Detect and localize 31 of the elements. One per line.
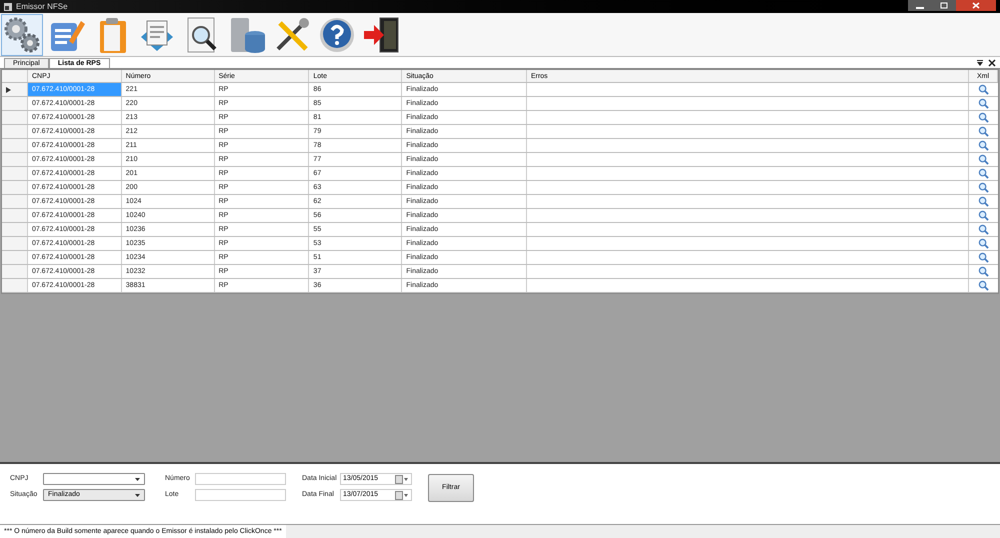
cnpj-dropdown[interactable] (43, 473, 145, 485)
caret-icon (135, 494, 140, 496)
magnifier-icon[interactable] (978, 98, 990, 109)
lote-field[interactable] (195, 489, 286, 501)
gears-icon (2, 14, 42, 54)
current-row-icon (6, 86, 11, 92)
magnifier-icon[interactable] (978, 196, 990, 207)
magnifier-icon[interactable] (978, 84, 990, 95)
numero-field[interactable] (195, 473, 286, 485)
magnifier-icon[interactable] (978, 154, 990, 165)
restore-icon[interactable] (932, 0, 956, 11)
window-title: Emissor NFSe (16, 0, 68, 12)
dropdown-icon[interactable] (976, 58, 984, 66)
magnifier-icon[interactable] (978, 168, 990, 179)
caret-icon (135, 478, 140, 480)
row-header[interactable] (2, 83, 28, 96)
magnifier-icon[interactable] (978, 280, 990, 291)
magnifier-icon[interactable] (978, 182, 990, 193)
minimize-icon[interactable] (908, 0, 932, 11)
magnifier-icon[interactable] (978, 252, 990, 263)
magnifier-icon[interactable] (978, 224, 990, 235)
magnifier-icon[interactable] (978, 210, 990, 221)
magnifier-icon[interactable] (978, 140, 990, 151)
magnifier-icon[interactable] (978, 112, 990, 123)
magnifier-icon[interactable] (978, 266, 990, 277)
magnifier-icon[interactable] (978, 238, 990, 249)
close-icon[interactable] (988, 58, 996, 66)
calendar-icon[interactable] (395, 474, 409, 484)
app-icon (4, 2, 12, 10)
calendar-icon[interactable] (395, 490, 409, 500)
magnifier-icon[interactable] (978, 126, 990, 137)
